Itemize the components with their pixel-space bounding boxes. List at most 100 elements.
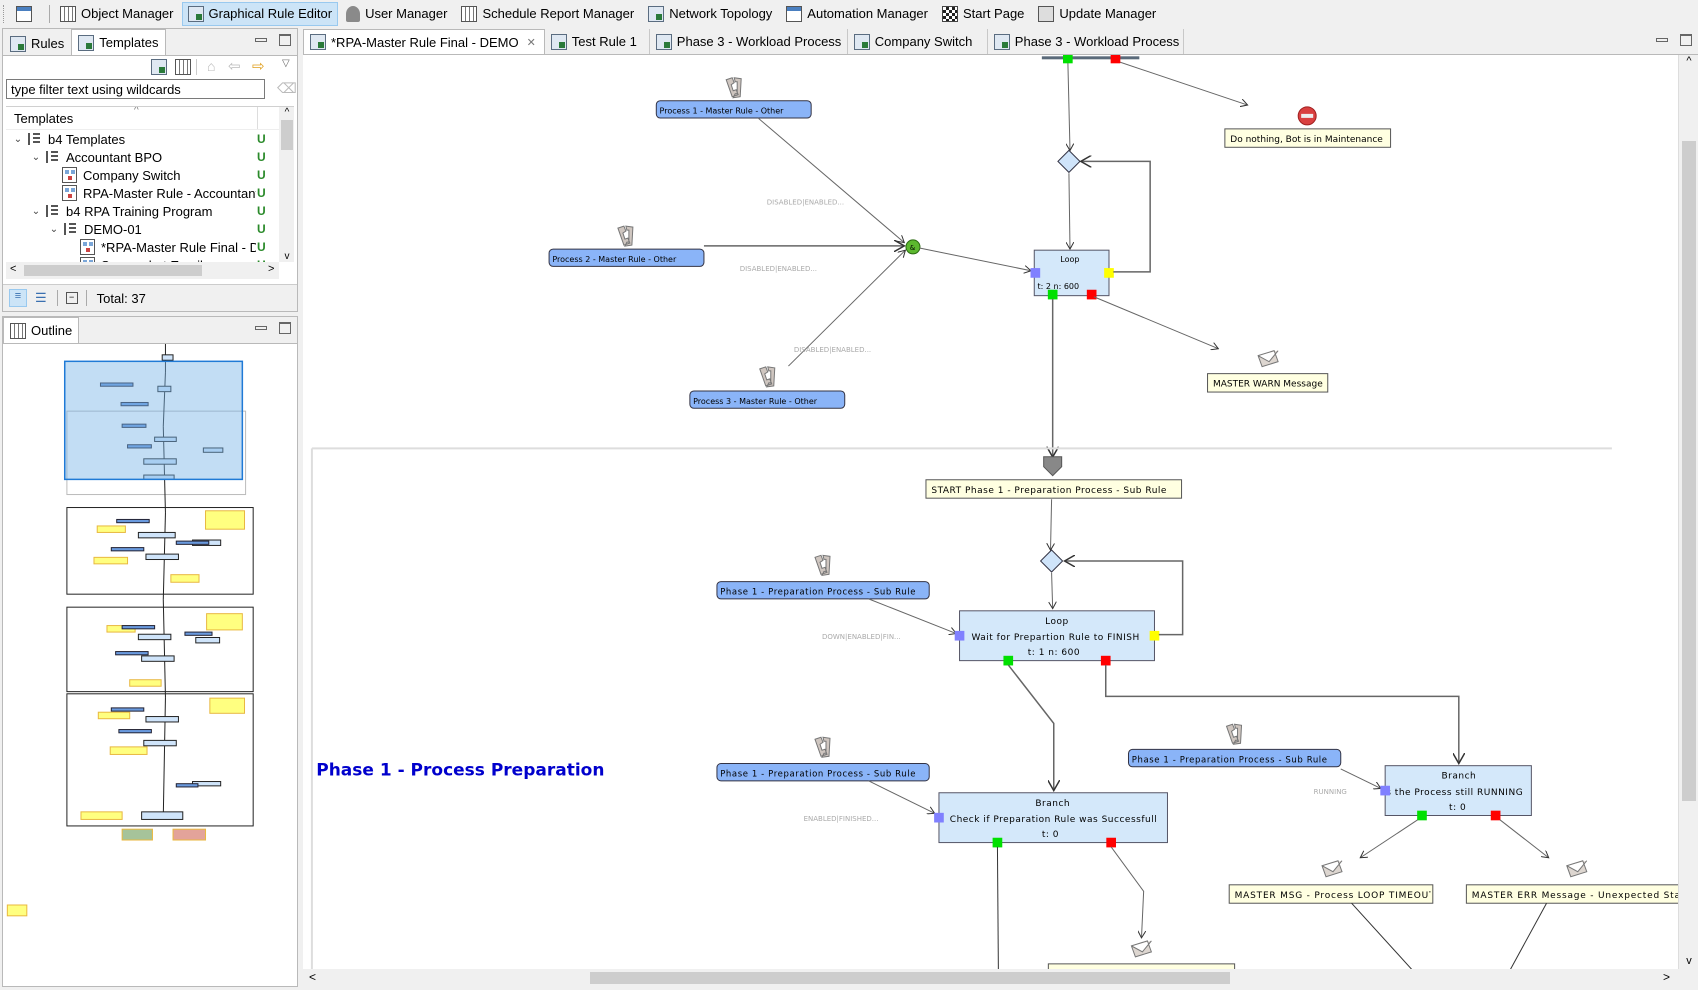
update-manager-button[interactable]: Update Manager (1032, 2, 1162, 26)
outline-note (209, 697, 246, 714)
vscroll-thumb[interactable] (1682, 141, 1696, 801)
tree-item[interactable]: ⌄ b4 RPA Training Program U (6, 202, 294, 220)
editor-tab-phase3-b[interactable]: Phase 3 - Workload Process (988, 29, 1184, 54)
phase-label: Phase 1 - Process Preparation (316, 760, 604, 780)
port-ok[interactable] (1417, 810, 1427, 821)
rule-editor-icon (187, 5, 204, 22)
edge-label: RUNNING (1314, 788, 1347, 796)
tree-item[interactable]: ⌄ b4 Templates U (6, 130, 294, 148)
chevron-down-icon[interactable]: ⌄ (48, 224, 60, 235)
port-err[interactable] (1100, 655, 1111, 666)
chevron-down-icon[interactable]: ⌄ (30, 206, 42, 217)
port-err[interactable] (1490, 810, 1501, 821)
editor-tab-phase3[interactable]: Phase 3 - Workload Process (650, 29, 848, 54)
maximize-icon[interactable] (279, 322, 291, 334)
outline-note (6, 904, 28, 917)
maximize-icon[interactable] (279, 34, 291, 46)
tree-item[interactable]: ⌄ Accountant BPO U (6, 148, 294, 166)
schedule-report-manager-button[interactable]: Schedule Report Manager (455, 2, 640, 26)
list-view-icon[interactable]: ☰ (35, 290, 47, 306)
port-loop[interactable] (1104, 268, 1114, 278)
tree-vscrollbar[interactable]: ^ v (279, 107, 294, 262)
home-icon[interactable]: ⌂ (207, 58, 215, 74)
filter-input[interactable] (6, 79, 265, 99)
minimize-icon[interactable] (255, 38, 267, 42)
chevron-down-icon[interactable]: ⌄ (12, 134, 24, 145)
editor-tabbar: *RPA-Master Rule Final - DEMO ✕ Test Rule… (303, 28, 1698, 55)
outline-note (97, 711, 131, 720)
scroll-down-icon[interactable]: v (279, 251, 294, 262)
port-ok[interactable] (992, 837, 1003, 848)
port-err[interactable] (1106, 837, 1116, 848)
canvas-hscrollbar[interactable]: < > (303, 969, 1678, 987)
minimize-icon[interactable] (255, 326, 267, 330)
new-template-icon[interactable] (151, 59, 167, 75)
tree-item[interactable]: Company Switch U (6, 166, 294, 184)
decision-diamond[interactable] (1039, 549, 1064, 573)
diagram-svg[interactable]: Do nothing, Bot is in Maintenance Process… (303, 55, 1678, 969)
back-arrow-icon[interactable]: ⇦ (228, 57, 241, 75)
object-manager-button[interactable]: Object Manager (54, 2, 180, 26)
rule-diagram-canvas[interactable]: Do nothing, Bot is in Maintenance Process… (303, 55, 1678, 969)
network-topology-button[interactable]: Network Topology (642, 2, 778, 26)
new-folder-icon[interactable] (175, 59, 191, 75)
minimize-icon[interactable] (1656, 38, 1668, 42)
automation-manager-button[interactable]: Automation Manager (780, 2, 934, 26)
port-in[interactable] (934, 812, 944, 823)
tab-label: Phase 3 - Workload Process (1014, 34, 1180, 49)
scroll-right-icon[interactable]: > (1663, 970, 1670, 984)
view-menu-icon[interactable]: ▽ (282, 58, 290, 69)
editor-tab-company-switch[interactable]: Company Switch (848, 29, 988, 54)
warn-node-label: MASTER WARN Message (1213, 380, 1323, 390)
port-ok[interactable] (1047, 289, 1058, 300)
scroll-left-icon[interactable]: < (10, 263, 16, 275)
editor-tab-master-rule[interactable]: *RPA-Master Rule Final - DEMO ✕ (303, 29, 545, 54)
maximize-icon[interactable] (1680, 34, 1692, 46)
tree-item[interactable]: ⌄ DEMO-01 U (6, 220, 294, 238)
scroll-left-icon[interactable]: < (309, 970, 316, 984)
tab-templates[interactable]: Templates (71, 29, 166, 55)
envelope-icon (1566, 860, 1588, 878)
graphical-rule-editor-button[interactable]: Graphical Rule Editor (181, 1, 339, 26)
port-loop[interactable] (1149, 630, 1160, 641)
scroll-up-icon[interactable]: ^ (279, 107, 294, 118)
outline-panel: Outline (2, 315, 298, 987)
tree-item[interactable]: RPA-Master Rule - Accountant BPOU (6, 184, 294, 202)
editor-tab-test-rule[interactable]: Test Rule 1 (545, 29, 650, 54)
tree-item[interactable]: *RPA-Master Rule Final - DEMOU (6, 238, 294, 256)
tab-outline[interactable]: Outline (3, 317, 80, 343)
outline-thumbnail[interactable] (3, 315, 297, 987)
scroll-down-icon[interactable]: v (1679, 955, 1698, 967)
new-window-icon (16, 5, 32, 22)
clear-filter-icon[interactable]: ⌫ (277, 80, 297, 97)
forward-arrow-icon[interactable]: ⇨ (252, 57, 265, 75)
port-ok[interactable] (1063, 55, 1073, 64)
scroll-up-icon[interactable]: ^ (1679, 55, 1698, 67)
chevron-down-icon[interactable]: ⌄ (30, 152, 42, 163)
port-in[interactable] (954, 630, 965, 641)
port-err[interactable] (1110, 55, 1121, 64)
collapse-all-icon[interactable]: − (65, 292, 78, 304)
port-ok[interactable] (1003, 655, 1014, 666)
and-gate-label: & (910, 244, 916, 252)
close-icon[interactable]: ✕ (527, 36, 536, 49)
port-in[interactable] (1030, 268, 1041, 278)
outline-rule-node (115, 651, 149, 656)
tab-rules[interactable]: Rules (3, 31, 71, 55)
hscroll-thumb[interactable] (24, 265, 202, 276)
port-in[interactable] (1380, 785, 1390, 796)
master-err-node-label: MASTER ERR Message - Unexpected State (1472, 891, 1678, 901)
tree-hscrollbar[interactable]: < > (6, 262, 279, 279)
decision-diamond[interactable] (1057, 149, 1081, 174)
user-manager-button[interactable]: User Manager (340, 2, 453, 26)
tree-view-icon[interactable]: ≡ (9, 289, 27, 307)
top-node-edge (1041, 56, 1140, 60)
toolbar-grip[interactable] (3, 4, 10, 23)
scroll-thumb[interactable] (281, 120, 293, 150)
hscroll-thumb[interactable] (590, 972, 1230, 984)
canvas-vscrollbar[interactable]: ^ v (1678, 55, 1698, 969)
new-window-button[interactable] (10, 2, 43, 26)
scroll-right-icon[interactable]: > (268, 263, 274, 275)
tree-column-header[interactable]: Templates ^ (6, 107, 294, 130)
start-page-button[interactable]: Start Page (936, 2, 1030, 26)
